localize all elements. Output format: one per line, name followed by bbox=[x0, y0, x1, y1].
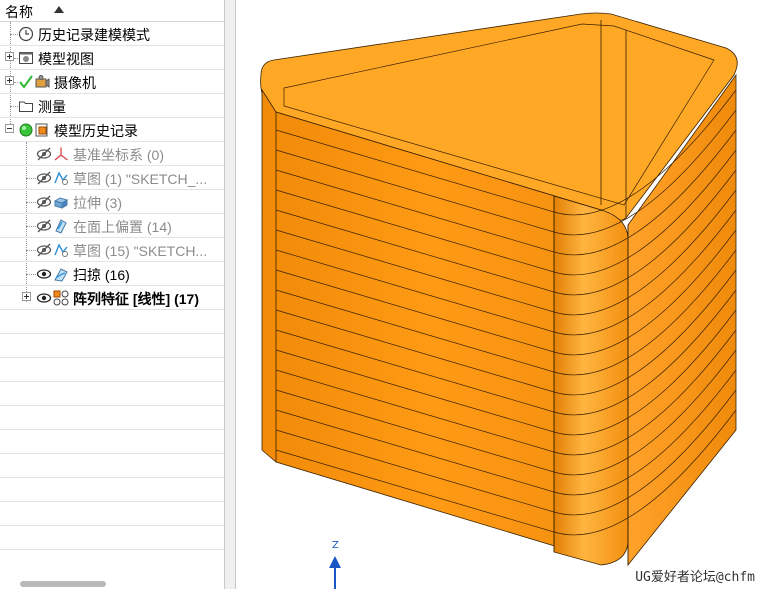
hidden-eye-icon[interactable] bbox=[36, 218, 52, 234]
model-view[interactable] bbox=[236, 0, 759, 589]
hidden-eye-icon[interactable] bbox=[36, 194, 52, 210]
clock-icon bbox=[18, 26, 34, 42]
horizontal-scrollbar[interactable] bbox=[20, 581, 106, 587]
sort-ascending-icon[interactable] bbox=[54, 6, 64, 13]
navigator-header[interactable]: 名称 bbox=[0, 0, 224, 22]
tree-item-label: 模型视图 bbox=[38, 51, 94, 67]
visible-eye-icon[interactable] bbox=[36, 266, 52, 282]
part-navigator: 名称 历史记录建模模式 模型视图 摄像机 测量 模型历史记录 基准坐标系 (0)… bbox=[0, 0, 225, 589]
tree-item-label: 草图 (1) "SKETCH_... bbox=[73, 171, 208, 187]
tree-item-cameras[interactable]: 摄像机 bbox=[0, 70, 224, 94]
empty-row bbox=[0, 478, 224, 502]
status-ok-icon bbox=[19, 123, 33, 137]
datum-csys-icon bbox=[54, 147, 68, 161]
sweep-icon bbox=[54, 268, 68, 282]
visible-eye-icon[interactable] bbox=[36, 290, 52, 306]
empty-row bbox=[0, 526, 224, 550]
pattern-icon bbox=[53, 290, 69, 306]
empty-row bbox=[0, 430, 224, 454]
expand-icon[interactable] bbox=[5, 76, 14, 85]
offset-icon bbox=[55, 219, 67, 234]
collapse-icon[interactable] bbox=[5, 124, 14, 133]
tree-item-label: 拉伸 (3) bbox=[73, 195, 122, 211]
graphics-window[interactable]: Z UG爱好者论坛@chfm bbox=[236, 0, 759, 589]
empty-row bbox=[0, 454, 224, 478]
tree-item-label: 模型历史记录 bbox=[54, 123, 138, 139]
expand-icon[interactable] bbox=[5, 52, 14, 61]
sketch-icon bbox=[54, 171, 68, 185]
column-name-header[interactable]: 名称 bbox=[5, 2, 33, 22]
tree-item-label: 历史记录建模模式 bbox=[38, 27, 150, 43]
panel-splitter[interactable] bbox=[225, 0, 236, 589]
watermark-text: UG爱好者论坛@chfm bbox=[635, 570, 755, 585]
model-view-icon bbox=[19, 52, 33, 64]
expand-icon[interactable] bbox=[22, 292, 31, 301]
tree-item-sketch-15[interactable]: 草图 (15) "SKETCH... bbox=[0, 238, 224, 262]
tree-item-label: 草图 (15) "SKETCH... bbox=[73, 243, 208, 259]
extrude-icon bbox=[53, 197, 69, 209]
check-icon[interactable] bbox=[18, 74, 34, 90]
empty-row bbox=[0, 406, 224, 430]
model-history-icon bbox=[35, 123, 48, 137]
camera-icon bbox=[35, 75, 50, 88]
empty-row bbox=[0, 382, 224, 406]
tree-item-label: 摄像机 bbox=[54, 75, 96, 91]
empty-row bbox=[0, 334, 224, 358]
hidden-eye-icon[interactable] bbox=[36, 170, 52, 186]
empty-row bbox=[0, 502, 224, 526]
tree-item-model-history[interactable]: 模型历史记录 bbox=[0, 118, 224, 142]
folder-icon bbox=[19, 101, 33, 112]
tree-item-label: 阵列特征 [线性] (17) bbox=[73, 291, 199, 307]
tree-item-model-views[interactable]: 模型视图 bbox=[0, 46, 224, 70]
z-axis-label: Z bbox=[332, 540, 339, 551]
navigator-tree: 历史记录建模模式 模型视图 摄像机 测量 模型历史记录 基准坐标系 (0) 草图… bbox=[0, 22, 224, 550]
tree-item-label: 扫掠 (16) bbox=[73, 267, 130, 283]
sketch-icon bbox=[54, 243, 68, 257]
tree-item-label: 在面上偏置 (14) bbox=[73, 219, 172, 235]
front-corner bbox=[553, 195, 629, 566]
tree-item-pattern-feature[interactable]: 阵列特征 [线性] (17) bbox=[0, 286, 224, 310]
tree-item-measurements[interactable]: 测量 bbox=[0, 94, 224, 118]
empty-row bbox=[0, 310, 224, 334]
hidden-eye-icon[interactable] bbox=[36, 242, 52, 258]
z-axis-triad bbox=[329, 556, 341, 589]
tree-item-label: 测量 bbox=[38, 99, 66, 115]
hidden-eye-icon[interactable] bbox=[36, 146, 52, 162]
tree-item-sweep[interactable]: 扫掠 (16) bbox=[0, 262, 224, 286]
empty-row bbox=[0, 358, 224, 382]
tree-item-label: 基准坐标系 (0) bbox=[73, 147, 164, 163]
tree-item-extrude[interactable]: 拉伸 (3) bbox=[0, 190, 224, 214]
tree-item-offset-in-face[interactable]: 在面上偏置 (14) bbox=[0, 214, 224, 238]
tree-item-sketch-1[interactable]: 草图 (1) "SKETCH_... bbox=[0, 166, 224, 190]
tree-item-datum-csys[interactable]: 基准坐标系 (0) bbox=[0, 142, 224, 166]
tree-item-history-mode[interactable]: 历史记录建模模式 bbox=[0, 22, 224, 46]
